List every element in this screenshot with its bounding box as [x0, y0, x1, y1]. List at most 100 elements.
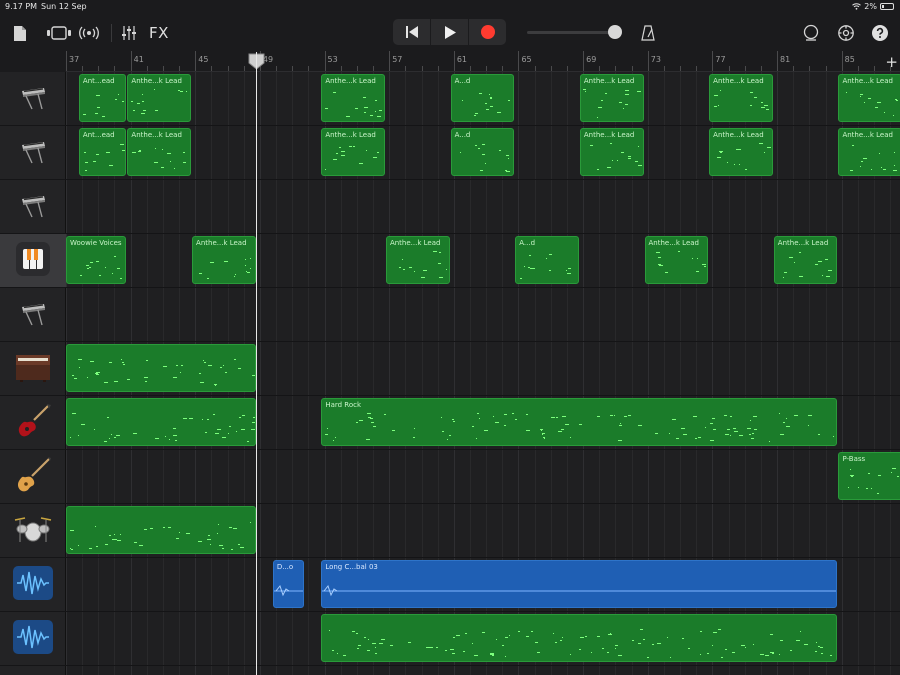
battery-percent: 2% — [864, 2, 877, 11]
document-icon — [14, 25, 26, 41]
track-header-organ[interactable] — [0, 342, 66, 396]
status-date: Sun 12 Sep — [41, 2, 87, 11]
ruler-minor-tick — [356, 66, 358, 71]
midi-region[interactable] — [66, 344, 256, 392]
ruler-minor-tick — [486, 66, 488, 71]
ruler-minor-tick — [502, 66, 504, 71]
ruler-minor-tick — [405, 66, 407, 71]
ruler-tick — [647, 51, 649, 71]
go-to-beginning-button[interactable] — [393, 19, 430, 45]
track-header-audio-recorder-1[interactable] — [0, 558, 66, 612]
mixer-button[interactable] — [119, 23, 139, 43]
midi-region[interactable]: Anthe...k Lead — [644, 236, 709, 284]
live-loops-button[interactable] — [77, 23, 101, 43]
ruler-minor-tick — [599, 66, 601, 71]
ruler-minor-tick — [615, 66, 617, 71]
record-icon — [480, 25, 495, 39]
note-pattern — [839, 453, 900, 499]
midi-region[interactable]: Anthe...k Lead — [579, 128, 644, 176]
waveform — [273, 561, 304, 607]
browser-icon — [47, 26, 71, 40]
master-volume-knob[interactable] — [608, 25, 622, 39]
track-header-keyboard-synth-1[interactable] — [0, 72, 66, 126]
midi-region[interactable]: Anthe...k Lead — [838, 128, 900, 176]
gear-icon — [838, 25, 854, 41]
track-headers — [0, 72, 66, 675]
ruler-minor-tick — [890, 66, 892, 71]
track-header-electric-guitar[interactable] — [0, 396, 66, 450]
bar-ruler[interactable]: + 37 41 45 49 53 57 61 65 69 73 77 81 85 — [66, 51, 900, 72]
ruler-minor-tick — [276, 66, 278, 71]
midi-region[interactable]: A...d — [515, 236, 579, 284]
midi-region[interactable]: A...d — [450, 128, 515, 176]
midi-region[interactable]: A...d — [450, 74, 515, 122]
track-header-drum-kit[interactable] — [0, 504, 66, 558]
track-lane-keyboard-synth-3[interactable] — [66, 180, 900, 234]
note-pattern — [322, 399, 836, 445]
add-section-button[interactable]: + — [885, 53, 898, 71]
bar-number: 85 — [844, 55, 855, 64]
ruler-minor-tick — [534, 66, 536, 71]
help-button[interactable] — [869, 22, 891, 44]
midi-region[interactable]: Anthe...k Lead — [709, 74, 773, 122]
midi-region[interactable] — [66, 398, 256, 446]
master-volume-slider[interactable] — [527, 31, 611, 34]
browser-button[interactable] — [45, 23, 73, 43]
midi-region[interactable]: Anthe...k Lead — [127, 128, 192, 176]
synth-keyboard-icon — [18, 136, 48, 170]
settings-button[interactable] — [835, 22, 857, 44]
track-header-keyboard-synth-3[interactable] — [0, 180, 66, 234]
midi-region[interactable]: Anthe...k Lead — [579, 74, 644, 122]
ruler-minor-tick — [340, 66, 342, 71]
midi-region[interactable]: Anthe...k Lead — [385, 236, 450, 284]
note-pattern — [839, 75, 900, 121]
track-header-keyboard-selected[interactable] — [0, 234, 66, 288]
midi-region[interactable]: Ant...ead — [78, 74, 127, 122]
record-button[interactable] — [469, 19, 506, 45]
midi-region[interactable]: Anthe...k Lead — [127, 74, 192, 122]
play-button[interactable] — [431, 19, 468, 45]
broadcast-icon — [79, 26, 99, 40]
midi-region[interactable]: Woowie Voices — [66, 236, 127, 284]
ruler-minor-tick — [793, 66, 795, 71]
note-pattern — [581, 129, 643, 175]
my-songs-button[interactable] — [12, 23, 28, 43]
audio-region[interactable]: D...o — [272, 560, 305, 608]
tracks-area[interactable]: Ant...ead Anthe...k Lead Anthe...k Lead A..… — [66, 72, 900, 675]
note-pattern — [67, 345, 255, 391]
midi-region[interactable]: Anthe...k Lead — [838, 74, 900, 122]
midi-region[interactable]: Anthe...k Lead — [321, 128, 385, 176]
audio-region[interactable]: Long C...bal 03 — [321, 560, 838, 608]
track-header-keyboard-synth-5[interactable] — [0, 288, 66, 342]
synth-keyboard-icon — [18, 298, 48, 332]
midi-region[interactable]: Anthe...k Lead — [321, 74, 385, 122]
track-lane-keyboard-synth-5[interactable] — [66, 288, 900, 342]
bar-number: 73 — [650, 55, 661, 64]
ruler-tick — [453, 51, 455, 71]
midi-region[interactable]: Anthe...k Lead — [709, 128, 773, 176]
midi-region[interactable]: P-Bass — [838, 452, 900, 500]
fx-button[interactable]: FX — [145, 23, 173, 43]
ruler-tick — [777, 51, 779, 71]
track-header-bass-guitar[interactable] — [0, 450, 66, 504]
ruler-minor-tick — [857, 66, 859, 71]
midi-region[interactable] — [321, 614, 838, 662]
midi-region[interactable]: Ant...ead — [78, 128, 127, 176]
midi-region[interactable]: Hard Rock — [321, 398, 838, 446]
ruler-minor-tick — [114, 66, 116, 71]
ruler-minor-tick — [809, 66, 811, 71]
ruler-minor-tick — [373, 66, 375, 71]
note-pattern — [387, 237, 449, 283]
metronome-button[interactable] — [638, 23, 658, 43]
midi-region[interactable] — [66, 506, 256, 554]
loop-browser-button[interactable] — [800, 22, 822, 44]
piano-keys-icon — [16, 241, 50, 280]
ruler-minor-tick — [243, 66, 245, 71]
track-lane-bass-guitar[interactable] — [66, 450, 900, 504]
midi-region[interactable]: Anthe...k Lead — [192, 236, 256, 284]
ruler-minor-tick — [874, 66, 875, 71]
track-header-keyboard-synth-2[interactable] — [0, 126, 66, 180]
ruler-minor-tick — [825, 66, 827, 71]
track-header-audio-recorder-2[interactable] — [0, 612, 66, 666]
midi-region[interactable]: Anthe...k Lead — [773, 236, 838, 284]
